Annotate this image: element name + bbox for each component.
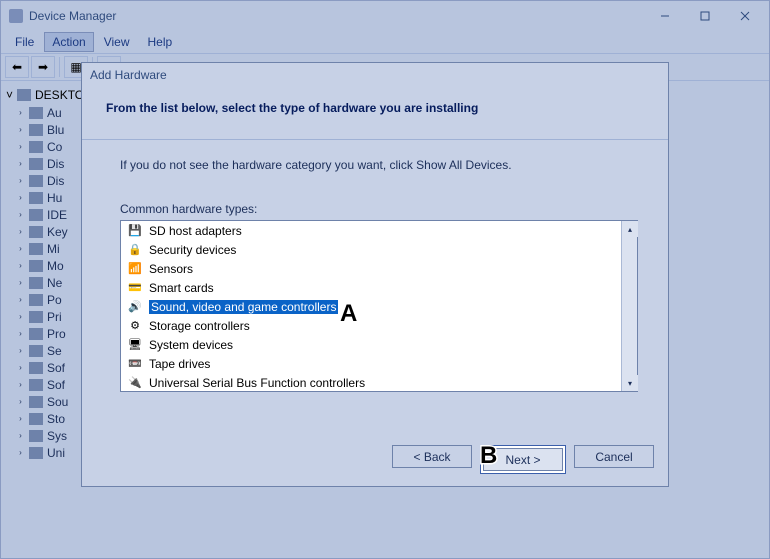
next-button[interactable]: Next > — [483, 448, 563, 471]
menu-action[interactable]: Action — [44, 32, 93, 52]
menubar: File Action View Help — [1, 31, 769, 53]
list-item-label: Universal Serial Bus Function controller… — [149, 376, 365, 390]
list-label: Common hardware types: — [120, 202, 638, 216]
tree-node-label: Au — [47, 106, 62, 120]
hardware-type-list[interactable]: 💾 SD host adapters 🔒 Security devices 📶 Senso… — [120, 220, 638, 392]
device-icon — [29, 396, 43, 408]
tree-node-label: IDE — [47, 208, 67, 222]
dialog-title: Add Hardware — [82, 63, 668, 87]
tree-node-label: Ne — [47, 276, 62, 290]
computer-icon — [17, 89, 31, 101]
tree-node-label: Dis — [47, 157, 64, 171]
list-scrollbar[interactable]: ▴ ▾ — [621, 221, 637, 391]
menu-help[interactable]: Help — [140, 32, 181, 52]
category-icon: ⚙ — [127, 319, 143, 333]
tree-node-label: Co — [47, 140, 62, 154]
list-item[interactable]: 🔒 Security devices — [121, 240, 621, 259]
close-button[interactable] — [725, 3, 765, 29]
device-icon — [29, 124, 43, 136]
category-icon: 🔊 — [127, 300, 143, 314]
list-item[interactable]: 💳 Smart cards — [121, 278, 621, 297]
minimize-button[interactable] — [645, 3, 685, 29]
list-item[interactable]: 🔊 Sound, video and game controllers — [121, 297, 621, 316]
device-icon — [29, 243, 43, 255]
category-icon: 📼 — [127, 357, 143, 371]
window-title: Device Manager — [29, 9, 116, 23]
list-item-label: Sound, video and game controllers — [149, 300, 338, 314]
add-hardware-dialog: Add Hardware From the list below, select… — [81, 62, 669, 487]
tree-node-label: Sto — [47, 412, 65, 426]
scroll-up-icon[interactable]: ▴ — [622, 221, 638, 237]
device-icon — [29, 328, 43, 340]
menu-file[interactable]: File — [7, 32, 42, 52]
tree-node-label: Uni — [47, 446, 65, 460]
list-item-label: Security devices — [149, 243, 236, 257]
tree-node-label: Dis — [47, 174, 64, 188]
tree-node-label: Mi — [47, 242, 60, 256]
device-icon — [29, 362, 43, 374]
device-icon — [29, 413, 43, 425]
forward-icon[interactable]: ➡ — [31, 56, 55, 78]
dialog-heading: From the list below, select the type of … — [82, 87, 668, 140]
device-icon — [29, 158, 43, 170]
device-icon — [29, 175, 43, 187]
device-icon — [29, 209, 43, 221]
list-item-label: SD host adapters — [149, 224, 242, 238]
tree-node-label: Key — [47, 225, 68, 239]
category-icon: 💳 — [127, 281, 143, 295]
category-icon: 🔌 — [127, 376, 143, 390]
list-item[interactable]: 💾 SD host adapters — [121, 221, 621, 240]
device-icon — [29, 107, 43, 119]
category-icon: 📶 — [127, 262, 143, 276]
device-manager-window: Device Manager File Action View Help ⬅ ➡… — [0, 0, 770, 559]
tree-node-label: Sys — [47, 429, 67, 443]
device-icon — [29, 226, 43, 238]
list-item-label: Tape drives — [149, 357, 210, 371]
cancel-button[interactable]: Cancel — [574, 445, 654, 468]
device-icon — [29, 447, 43, 459]
device-icon — [29, 345, 43, 357]
scroll-down-icon[interactable]: ▾ — [622, 375, 638, 391]
tree-node-label: Se — [47, 344, 62, 358]
device-icon — [29, 277, 43, 289]
list-item-label: Smart cards — [149, 281, 214, 295]
list-item-label: Storage controllers — [149, 319, 250, 333]
list-item[interactable]: ⚙ Storage controllers — [121, 316, 621, 335]
device-icon — [29, 311, 43, 323]
tree-node-label: Sof — [47, 361, 65, 375]
device-icon — [29, 294, 43, 306]
category-icon: 🖥 — [127, 338, 143, 352]
device-icon — [29, 430, 43, 442]
list-item-label: Sensors — [149, 262, 193, 276]
list-item[interactable]: 🔌 Universal Serial Bus Function controlle… — [121, 373, 621, 391]
tree-node-label: Pri — [47, 310, 62, 324]
titlebar: Device Manager — [1, 1, 769, 31]
device-icon — [29, 260, 43, 272]
tree-node-label: Hu — [47, 191, 62, 205]
tree-node-label: Sou — [47, 395, 68, 409]
device-icon — [29, 192, 43, 204]
device-icon — [29, 141, 43, 153]
menu-view[interactable]: View — [96, 32, 138, 52]
list-item[interactable]: 🖥 System devices — [121, 335, 621, 354]
list-item[interactable]: 📼 Tape drives — [121, 354, 621, 373]
app-icon — [9, 9, 23, 23]
tree-node-label: Sof — [47, 378, 65, 392]
back-icon[interactable]: ⬅ — [5, 56, 29, 78]
list-item-label: System devices — [149, 338, 233, 352]
tree-node-label: Po — [47, 293, 62, 307]
dialog-hint: If you do not see the hardware category … — [120, 158, 638, 172]
tree-node-label: Pro — [47, 327, 66, 341]
list-item[interactable]: 📶 Sensors — [121, 259, 621, 278]
category-icon: 💾 — [127, 224, 143, 238]
tree-node-label: Blu — [47, 123, 64, 137]
maximize-button[interactable] — [685, 3, 725, 29]
device-icon — [29, 379, 43, 391]
tree-node-label: Mo — [47, 259, 64, 273]
category-icon: 🔒 — [127, 243, 143, 257]
back-button[interactable]: < Back — [392, 445, 472, 468]
